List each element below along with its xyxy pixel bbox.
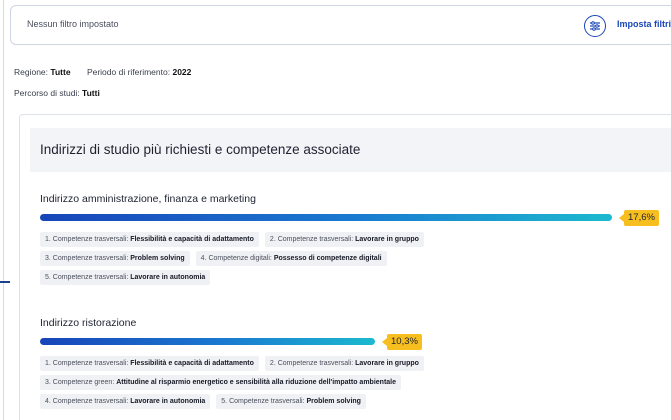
competence-chip: 5. Competenze trasversali: Lavorare in a… — [40, 270, 211, 285]
sliders-icon[interactable] — [584, 15, 606, 37]
period-label: Periodo di riferimento: — [86, 67, 171, 77]
percentage-bar — [40, 214, 612, 221]
percentage-bar-row: 17,6% — [40, 210, 671, 228]
study-path-title: Indirizzo amministrazione, finanza e mar… — [40, 193, 256, 205]
left-divider-marker — [0, 281, 10, 283]
set-filters-button[interactable]: Imposta filtri — [617, 19, 671, 29]
competence-chip: 1. Competenze trasversali: Flessibilità … — [40, 356, 259, 371]
period-value: 2022 — [172, 67, 192, 77]
competence-list: 1. Competenze trasversali: Flessibilità … — [40, 356, 671, 409]
left-divider — [3, 0, 4, 420]
competence-chip: 1. Competenze trasversali: Flessibilità … — [40, 232, 259, 247]
study-path-section: Indirizzo ristorazione 10,3% 1. Competen… — [40, 317, 671, 409]
region-value: Tutte — [50, 67, 71, 77]
competence-chip: 3. Competenze trasversali: Problem solvi… — [40, 251, 190, 266]
competence-chip: 5. Competenze trasversali: Problem solvi… — [216, 394, 366, 409]
filter-bar: Nessun filtro impostato Imposta filtri — [10, 5, 671, 45]
filter-status-text: Nessun filtro impostato — [27, 19, 119, 29]
study-paths-card: Indirizzi di studio più richiesti e comp… — [19, 114, 671, 420]
filter-summary-row: Regione: Tutte Periodo di riferimento: 2… — [14, 67, 191, 77]
percentage-badge: 10,3% — [382, 334, 422, 350]
competence-chip: 2. Competenze trasversali: Lavorare in g… — [264, 232, 424, 247]
percentage-bar — [40, 338, 375, 345]
card-header: Indirizzi di studio più richiesti e comp… — [30, 128, 671, 172]
study-path-section: Indirizzo amministrazione, finanza e mar… — [40, 193, 671, 285]
study-path-title: Indirizzo ristorazione — [40, 317, 137, 329]
competence-chip: 2. Competenze trasversali: Lavorare in g… — [264, 356, 424, 371]
competence-chip: 3. Competenze green: Attitudine al rispa… — [40, 375, 401, 390]
course-label: Percorso di studi: — [14, 88, 80, 98]
competence-chip: 4. Competenze trasversali: Lavorare in a… — [40, 394, 211, 409]
competence-list: 1. Competenze trasversali: Flessibilità … — [40, 232, 671, 285]
percentage-badge: 17,6% — [619, 210, 659, 226]
course-value: Tutti — [82, 88, 100, 98]
region-label: Regione: — [14, 67, 49, 77]
competence-chip: 4. Competenze digitali: Possesso di comp… — [195, 251, 387, 266]
percentage-bar-row: 10,3% — [40, 334, 671, 352]
course-summary-row: Percorso di studi: Tutti — [14, 88, 100, 98]
card-title: Indirizzi di studio più richiesti e comp… — [40, 142, 361, 157]
